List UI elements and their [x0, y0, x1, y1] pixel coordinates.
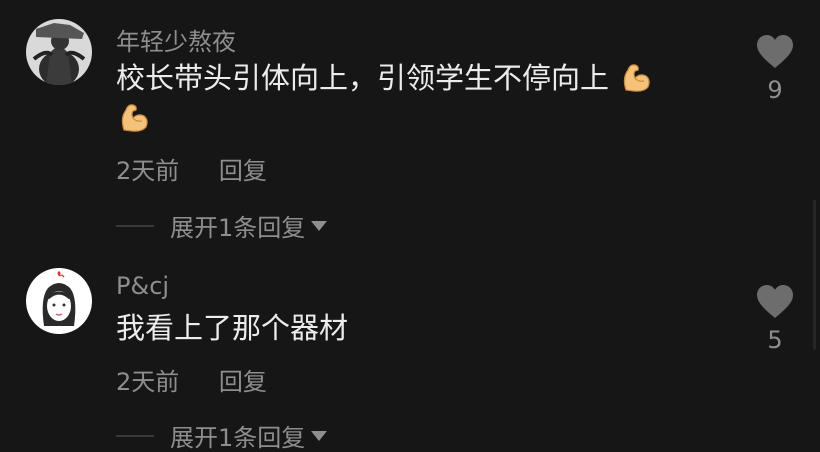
like-count: 9	[767, 76, 783, 104]
comment-text-wrap	[116, 98, 150, 138]
expand-replies-button[interactable]: 展开1条回复	[116, 418, 328, 452]
comment-list: 年轻少熬夜 校长带头引体向上，引领学生不停向上 2天前 回复 展开1条回复 9 …	[0, 0, 820, 452]
like-count: 5	[767, 326, 783, 354]
reply-button[interactable]: 回复	[219, 368, 267, 396]
comment-meta: 2天前 回复	[116, 151, 267, 186]
comment-meta: 2天前 回复	[116, 362, 267, 397]
comment-text: 校长带头引体向上，引领学生不停向上	[116, 58, 652, 98]
like-button[interactable]: 9	[754, 34, 796, 104]
comment-text-line: 校长带头引体向上，引领学生不停向上	[116, 61, 610, 95]
avatar[interactable]	[26, 268, 92, 334]
heart-icon	[757, 285, 793, 318]
divider	[116, 224, 154, 227]
expand-replies-button[interactable]: 展开1条回复	[116, 208, 328, 243]
username[interactable]: P&cj	[116, 272, 169, 300]
like-button[interactable]: 5	[754, 284, 796, 354]
caret-down-icon	[311, 220, 328, 231]
username[interactable]: 年轻少熬夜	[116, 22, 236, 57]
comment-time: 2天前	[116, 368, 180, 396]
comment-time: 2天前	[116, 157, 180, 185]
comment-text-line: 我看上了那个器材	[116, 311, 349, 345]
scrollbar[interactable]	[813, 200, 816, 350]
expand-replies-label: 展开1条回复	[170, 214, 306, 242]
heart-icon	[757, 35, 793, 68]
divider	[116, 434, 154, 437]
flexed-biceps-icon	[116, 100, 150, 134]
avatar[interactable]	[26, 19, 92, 85]
comment-text: 我看上了那个器材	[116, 308, 348, 348]
caret-down-icon	[311, 430, 328, 441]
flexed-biceps-icon	[618, 60, 652, 94]
reply-button[interactable]: 回复	[219, 157, 267, 185]
expand-replies-label: 展开1条回复	[170, 424, 306, 452]
